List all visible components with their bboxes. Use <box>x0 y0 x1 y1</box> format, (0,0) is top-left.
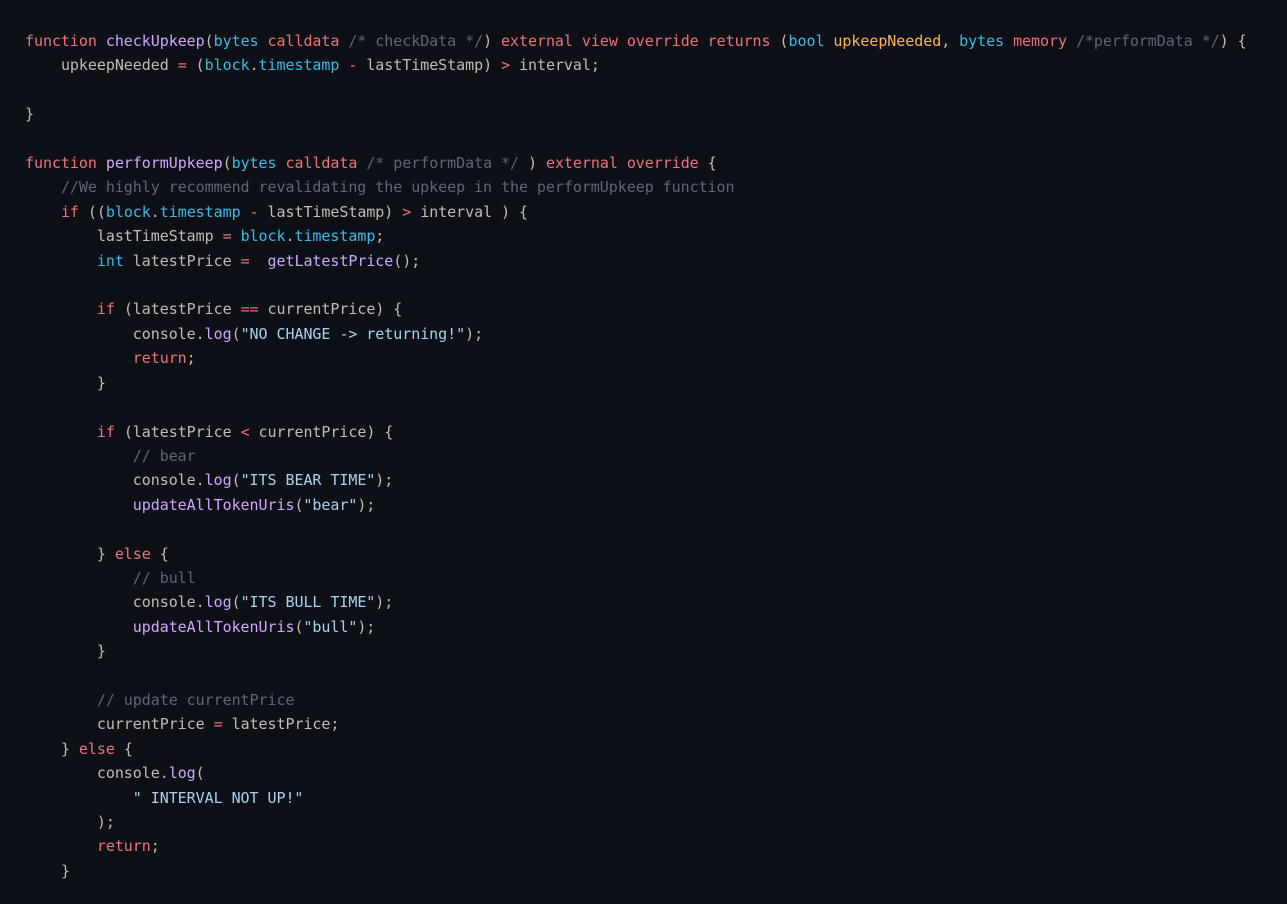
code-line[interactable]: // update currentPrice <box>25 688 1247 712</box>
code-line[interactable]: console.log("ITS BULL TIME"); <box>25 590 1247 614</box>
code-line[interactable]: //We highly recommend revalidating the u… <box>25 175 1247 199</box>
code-line[interactable]: // bear <box>25 444 1247 468</box>
code-line[interactable]: } else { <box>25 737 1247 761</box>
code-line[interactable]: console.log("ITS BEAR TIME"); <box>25 468 1247 492</box>
code-line[interactable]: console.log("NO CHANGE -> returning!"); <box>25 322 1247 346</box>
code-line[interactable]: lastTimeStamp = block.timestamp; <box>25 224 1247 248</box>
code-line[interactable] <box>25 127 1247 151</box>
code-line[interactable]: function checkUpkeep(bytes calldata /* c… <box>25 29 1247 53</box>
code-line[interactable]: int latestPrice = getLatestPrice(); <box>25 249 1247 273</box>
code-line[interactable] <box>25 395 1247 419</box>
code-line[interactable] <box>25 517 1247 541</box>
code-line[interactable]: console.log( <box>25 761 1247 785</box>
code-line[interactable]: currentPrice = latestPrice; <box>25 712 1247 736</box>
code-line[interactable]: updateAllTokenUris("bear"); <box>25 493 1247 517</box>
code-line[interactable]: return; <box>25 346 1247 370</box>
code-line[interactable]: } <box>25 639 1247 663</box>
code-line[interactable]: if ((block.timestamp - lastTimeStamp) > … <box>25 200 1247 224</box>
code-line[interactable] <box>25 664 1247 688</box>
code-line[interactable] <box>25 273 1247 297</box>
code-line[interactable]: updateAllTokenUris("bull"); <box>25 615 1247 639</box>
code-viewer: function checkUpkeep(bytes calldata /* c… <box>0 0 1287 904</box>
code-line[interactable]: upkeepNeeded = (block.timestamp - lastTi… <box>25 53 1247 77</box>
code-line[interactable]: " INTERVAL NOT UP!" <box>25 786 1247 810</box>
code-line[interactable]: } else { <box>25 542 1247 566</box>
code-line[interactable]: } <box>25 102 1247 126</box>
code-content[interactable]: function checkUpkeep(bytes calldata /* c… <box>25 29 1247 883</box>
code-line[interactable]: } <box>25 859 1247 883</box>
code-line[interactable]: if (latestPrice == currentPrice) { <box>25 297 1247 321</box>
code-line[interactable]: function performUpkeep(bytes calldata /*… <box>25 151 1247 175</box>
code-line[interactable]: // bull <box>25 566 1247 590</box>
code-block[interactable]: function checkUpkeep(bytes calldata /* c… <box>0 15 1247 883</box>
code-line[interactable] <box>25 78 1247 102</box>
code-line[interactable]: } <box>25 371 1247 395</box>
code-line[interactable]: return; <box>25 834 1247 858</box>
code-line[interactable]: ); <box>25 810 1247 834</box>
code-line[interactable]: if (latestPrice < currentPrice) { <box>25 420 1247 444</box>
